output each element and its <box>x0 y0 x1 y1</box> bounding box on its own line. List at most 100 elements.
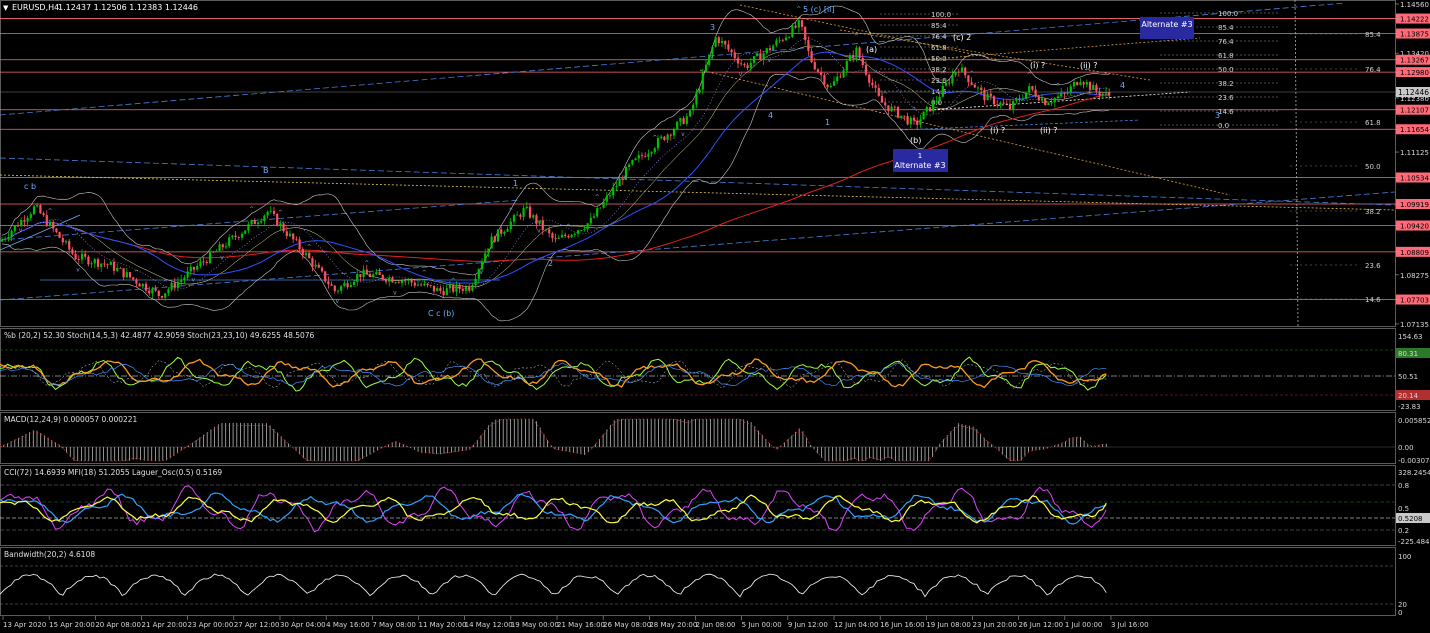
candle-body <box>55 228 58 233</box>
candle-body <box>199 261 202 266</box>
candle-body <box>848 55 852 62</box>
candle-body <box>183 277 186 280</box>
candle-body <box>500 229 503 234</box>
candle-body <box>429 285 432 286</box>
cci-tick-label: 328.2454 <box>1398 469 1430 477</box>
fractal-arrow: ^ <box>278 209 283 216</box>
candle-body <box>564 234 567 237</box>
candle-body <box>980 87 983 90</box>
candle-body <box>509 221 512 230</box>
candle-body <box>973 84 976 88</box>
candle-body <box>528 206 532 218</box>
candle-body <box>912 117 916 121</box>
candle-body <box>420 284 423 286</box>
wave-label-5c: 5 (c) [ii] <box>803 5 835 14</box>
candle-body <box>650 152 653 154</box>
candle-body <box>669 134 672 136</box>
candle-body <box>778 39 781 41</box>
fractal-arrow: ^ <box>912 107 917 114</box>
candle-body <box>772 45 775 51</box>
fractal-arrow: ^ <box>134 270 139 277</box>
candle-body <box>996 104 999 106</box>
candle-body <box>96 259 100 267</box>
time-tick-label: 21 Apr 20:00 <box>142 621 188 629</box>
candle-body <box>260 221 263 223</box>
candle-body <box>439 288 442 292</box>
candle-body <box>535 215 538 224</box>
candle-body <box>468 286 471 291</box>
price-tick-label: 1.13267 <box>1400 57 1429 65</box>
candle-body <box>266 211 269 216</box>
candle-body <box>1066 92 1069 94</box>
candle-body <box>407 279 410 281</box>
candle-body <box>333 285 336 292</box>
candle-body <box>87 256 90 265</box>
candle-body <box>717 37 720 44</box>
price-tick-label: 1.10534 <box>1400 175 1429 183</box>
candle-body <box>1040 98 1044 101</box>
candle-body <box>634 158 637 161</box>
candle-body <box>852 55 855 58</box>
candle-body <box>855 47 858 58</box>
candle-body <box>813 62 816 70</box>
candle-body <box>791 25 794 38</box>
alternate-box-bottom: 1 Alternate #3 <box>893 149 948 172</box>
price-tick-label: 1.09919 <box>1400 201 1429 209</box>
candle-body <box>570 234 573 238</box>
candle-body <box>1101 93 1104 96</box>
fractal-arrow: ^ <box>422 270 427 277</box>
candle-body <box>618 178 621 187</box>
candle-body <box>560 234 564 238</box>
candle-body <box>887 105 890 112</box>
candle-body <box>202 261 205 263</box>
candle-body <box>221 244 224 248</box>
candle-body <box>858 47 861 58</box>
fractal-arrow: ^ <box>307 244 312 251</box>
candle-body <box>836 76 839 82</box>
candle-body <box>884 102 887 106</box>
candle-body <box>893 106 896 108</box>
candle-body <box>464 286 468 291</box>
candle-body <box>554 238 557 239</box>
candle-body <box>756 53 759 57</box>
candle-body <box>352 281 356 285</box>
candle-body <box>154 288 157 291</box>
chart-window[interactable]: 100.085.476.461.850.038.223.614.60.0100.… <box>0 0 1430 633</box>
fractal-arrow: v <box>19 227 23 234</box>
candle-body <box>733 52 736 59</box>
candle-body <box>493 236 496 242</box>
price-tick-label: 1.08275 <box>1400 272 1429 280</box>
candle-body <box>890 106 893 112</box>
fractal-arrow: ^ <box>508 208 513 215</box>
candle-body <box>512 215 516 222</box>
candle-body <box>749 62 752 69</box>
stoch-tick-label: -23.83 <box>1398 403 1421 411</box>
candle-body <box>349 284 352 288</box>
fib-mid-label-1: 85.4 <box>931 22 947 30</box>
price-tick-label: 1.13875 <box>1400 31 1429 39</box>
candle-body <box>138 283 141 287</box>
fractal-arrow: v <box>76 267 80 274</box>
candle-body <box>320 267 324 272</box>
candle-body <box>445 288 448 296</box>
candle-body <box>237 237 240 238</box>
candle-body <box>714 37 717 47</box>
candle-body <box>637 155 640 159</box>
wave-label-a: (a) <box>866 45 877 54</box>
stoch-tick-label: 50.51 <box>1398 373 1418 381</box>
candle-body <box>644 155 647 157</box>
svg-text:1: 1 <box>918 152 922 160</box>
candle-body <box>727 44 730 50</box>
fractal-arrow: ^ <box>1027 72 1032 79</box>
candle-body <box>410 279 413 283</box>
time-tick-label: 26 Jun 12:00 <box>1019 621 1063 629</box>
fractal-arrow: v <box>739 71 743 78</box>
candle-body <box>752 56 756 63</box>
candle-body <box>151 288 154 294</box>
wave-label-cb: c b <box>24 182 36 191</box>
time-tick-label: 14 May 12:00 <box>465 621 513 629</box>
candle-body <box>400 280 404 284</box>
candle-body <box>20 220 23 227</box>
candle-body <box>944 82 948 86</box>
candle-body <box>1069 86 1072 93</box>
